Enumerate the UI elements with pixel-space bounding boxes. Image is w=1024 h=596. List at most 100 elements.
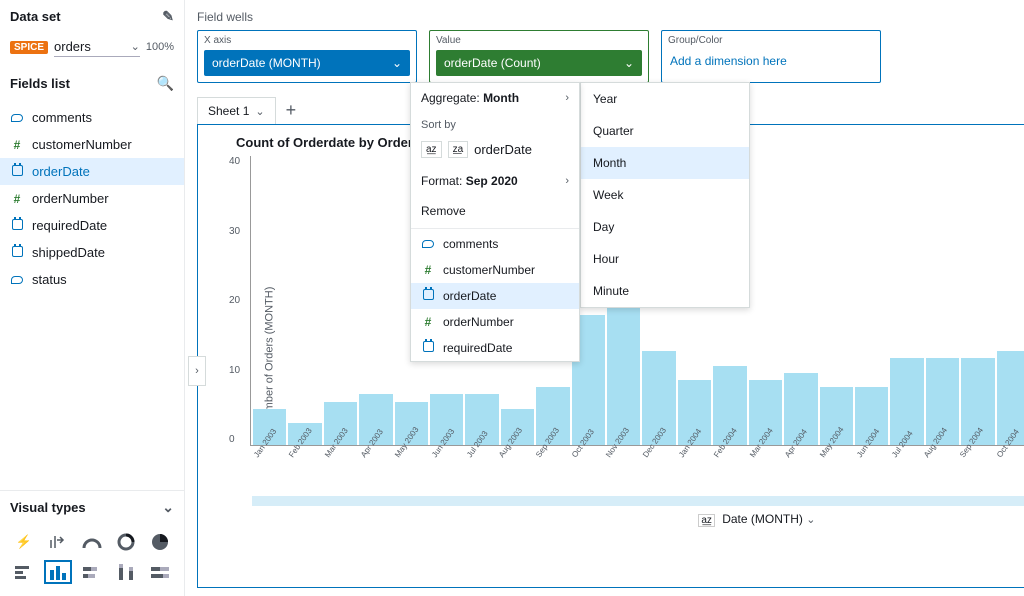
expand-panel-handle[interactable]: › xyxy=(188,356,206,386)
right-panel: Field wells X axis orderDate (MONTH) ⌄ V… xyxy=(185,0,1024,596)
chevron-right-icon: › xyxy=(565,175,569,187)
gauge-icon[interactable] xyxy=(78,530,106,554)
text-field-icon xyxy=(10,111,24,125)
fields-list-header: Fields list 🔍 xyxy=(0,67,184,100)
left-panel: Data set ✎ SPICE orders ⌄ 100% Fields li… xyxy=(0,0,185,596)
fields-list-label: Fields list xyxy=(10,76,70,91)
date-field-icon xyxy=(10,165,24,179)
x-axis-pill[interactable]: orderDate (MONTH) ⌄ xyxy=(204,50,410,76)
group-color-well-label: Group/Color xyxy=(668,35,874,46)
x-axis-pill-menu: Aggregate: Month › Sort by a͟z z͟a order… xyxy=(410,82,580,362)
dataset-pct: 100% xyxy=(146,41,174,53)
date-field-icon xyxy=(421,341,435,355)
aggregate-option-week[interactable]: Week xyxy=(581,179,749,211)
chevron-down-icon[interactable]: ⌄ xyxy=(162,499,174,516)
y-axis-ticks: 403020100 xyxy=(229,156,240,445)
search-icon[interactable]: 🔍 xyxy=(157,75,174,92)
pencil-icon[interactable]: ✎ xyxy=(162,8,174,25)
field-option-orderNumber[interactable]: #orderNumber xyxy=(411,309,579,335)
value-pill[interactable]: orderDate (Count) ⌄ xyxy=(436,50,642,76)
vbar-icon[interactable] xyxy=(44,560,72,584)
pie-icon[interactable] xyxy=(146,530,174,554)
fields-list: comments#customerNumberorderDate#orderNu… xyxy=(0,100,184,297)
field-wells: X axis orderDate (MONTH) ⌄ Value orderDa… xyxy=(197,30,1024,83)
aggregate-option-quarter[interactable]: Quarter xyxy=(581,115,749,147)
x-axis-pill-text: orderDate (MONTH) xyxy=(212,56,321,70)
kpi-icon[interactable] xyxy=(44,530,72,554)
dataset-select[interactable]: orders ⌄ xyxy=(54,37,140,57)
x-axis-scroll-strip[interactable] xyxy=(252,496,1024,506)
visual-types-label: Visual types xyxy=(10,500,86,515)
chevron-down-icon: ⌄ xyxy=(392,56,402,70)
field-item-shippedDate[interactable]: shippedDate xyxy=(0,239,184,266)
auto-graph-icon[interactable]: ⚡ xyxy=(10,530,38,554)
add-sheet-button[interactable]: + xyxy=(286,100,297,121)
sheet-tab-label: Sheet 1 xyxy=(208,104,249,118)
date-field-icon xyxy=(421,289,435,303)
sort-by-label: Sort by xyxy=(411,113,579,137)
spice-badge: SPICE xyxy=(10,41,48,54)
field-item-orderDate[interactable]: orderDate xyxy=(0,158,184,185)
dataset-header-label: Data set xyxy=(10,9,61,24)
field-option-customerNumber[interactable]: #customerNumber xyxy=(411,257,579,283)
date-field-icon xyxy=(10,219,24,233)
menu-separator xyxy=(411,228,579,229)
aggregate-menu-item[interactable]: Aggregate: Month › xyxy=(411,83,579,113)
chevron-down-icon: ⌄ xyxy=(255,105,264,118)
date-field-icon xyxy=(10,246,24,260)
hbar-icon[interactable] xyxy=(10,560,38,584)
sort-desc-button[interactable]: z͟a xyxy=(448,141,469,158)
aggregate-option-hour[interactable]: Hour xyxy=(581,243,749,275)
stacked-vbar-icon[interactable] xyxy=(112,560,140,584)
field-item-requiredDate[interactable]: requiredDate xyxy=(0,212,184,239)
sheet-tab-1[interactable]: Sheet 1 ⌄ xyxy=(197,97,276,124)
x-axis-labels: Jan 2003Feb 2003Mar 2003Apr 2003May 2003… xyxy=(252,446,1024,496)
group-color-well[interactable]: Group/Color Add a dimension here xyxy=(661,30,881,83)
field-item-status[interactable]: status xyxy=(0,266,184,293)
aggregate-option-year[interactable]: Year xyxy=(581,83,749,115)
field-option-orderDate[interactable]: orderDate xyxy=(411,283,579,309)
num-field-icon: # xyxy=(10,138,24,152)
field-option-requiredDate[interactable]: requiredDate xyxy=(411,335,579,361)
visual-types-header: Visual types ⌄ xyxy=(0,491,184,524)
dataset-selector-row: SPICE orders ⌄ 100% xyxy=(0,33,184,67)
field-item-customerNumber[interactable]: #customerNumber xyxy=(0,131,184,158)
num-field-icon: # xyxy=(421,315,435,329)
dataset-header: Data set ✎ xyxy=(0,0,184,33)
field-option-comments[interactable]: comments xyxy=(411,231,579,257)
field-item-comments[interactable]: comments xyxy=(0,104,184,131)
sort-asc-button[interactable]: a͟z xyxy=(421,141,442,158)
field-item-orderNumber[interactable]: #orderNumber xyxy=(0,185,184,212)
sort-controls: a͟z z͟a orderDate xyxy=(411,137,579,166)
group-color-placeholder[interactable]: Add a dimension here xyxy=(668,50,874,74)
format-menu-item[interactable]: Format: Sep 2020 › xyxy=(411,166,579,196)
x-axis-label[interactable]: a͟z Date (MONTH) ⌄ xyxy=(236,512,1024,526)
chevron-down-icon: ⌄ xyxy=(806,514,815,526)
value-pill-text: orderDate (Count) xyxy=(444,56,541,70)
x-axis-well[interactable]: X axis orderDate (MONTH) ⌄ xyxy=(197,30,417,83)
visual-types-section: Visual types ⌄ ⚡ xyxy=(0,490,184,596)
chevron-down-icon: ⌄ xyxy=(624,56,634,70)
chevron-down-icon: ⌄ xyxy=(131,40,140,53)
aggregate-option-minute[interactable]: Minute xyxy=(581,275,749,307)
dataset-name: orders xyxy=(54,39,91,54)
x-axis-well-label: X axis xyxy=(204,35,410,46)
aggregate-option-month[interactable]: Month xyxy=(581,147,749,179)
num-field-icon: # xyxy=(421,263,435,277)
value-well-label: Value xyxy=(436,35,642,46)
chevron-right-icon: › xyxy=(565,92,569,104)
hundred-hbar-icon[interactable] xyxy=(146,560,174,584)
visual-types-grid: ⚡ xyxy=(0,524,184,596)
sort-field-name: orderDate xyxy=(474,142,532,157)
text-field-icon xyxy=(421,237,435,251)
donut-icon[interactable] xyxy=(112,530,140,554)
aggregate-submenu: YearQuarterMonthWeekDayHourMinute xyxy=(580,82,750,308)
field-wells-label: Field wells xyxy=(197,8,1024,30)
stacked-hbar-icon[interactable] xyxy=(78,560,106,584)
remove-menu-item[interactable]: Remove xyxy=(411,196,579,226)
sort-asc-icon: a͟z xyxy=(698,514,715,527)
text-field-icon xyxy=(10,273,24,287)
num-field-icon: # xyxy=(10,192,24,206)
aggregate-option-day[interactable]: Day xyxy=(581,211,749,243)
value-well[interactable]: Value orderDate (Count) ⌄ xyxy=(429,30,649,83)
